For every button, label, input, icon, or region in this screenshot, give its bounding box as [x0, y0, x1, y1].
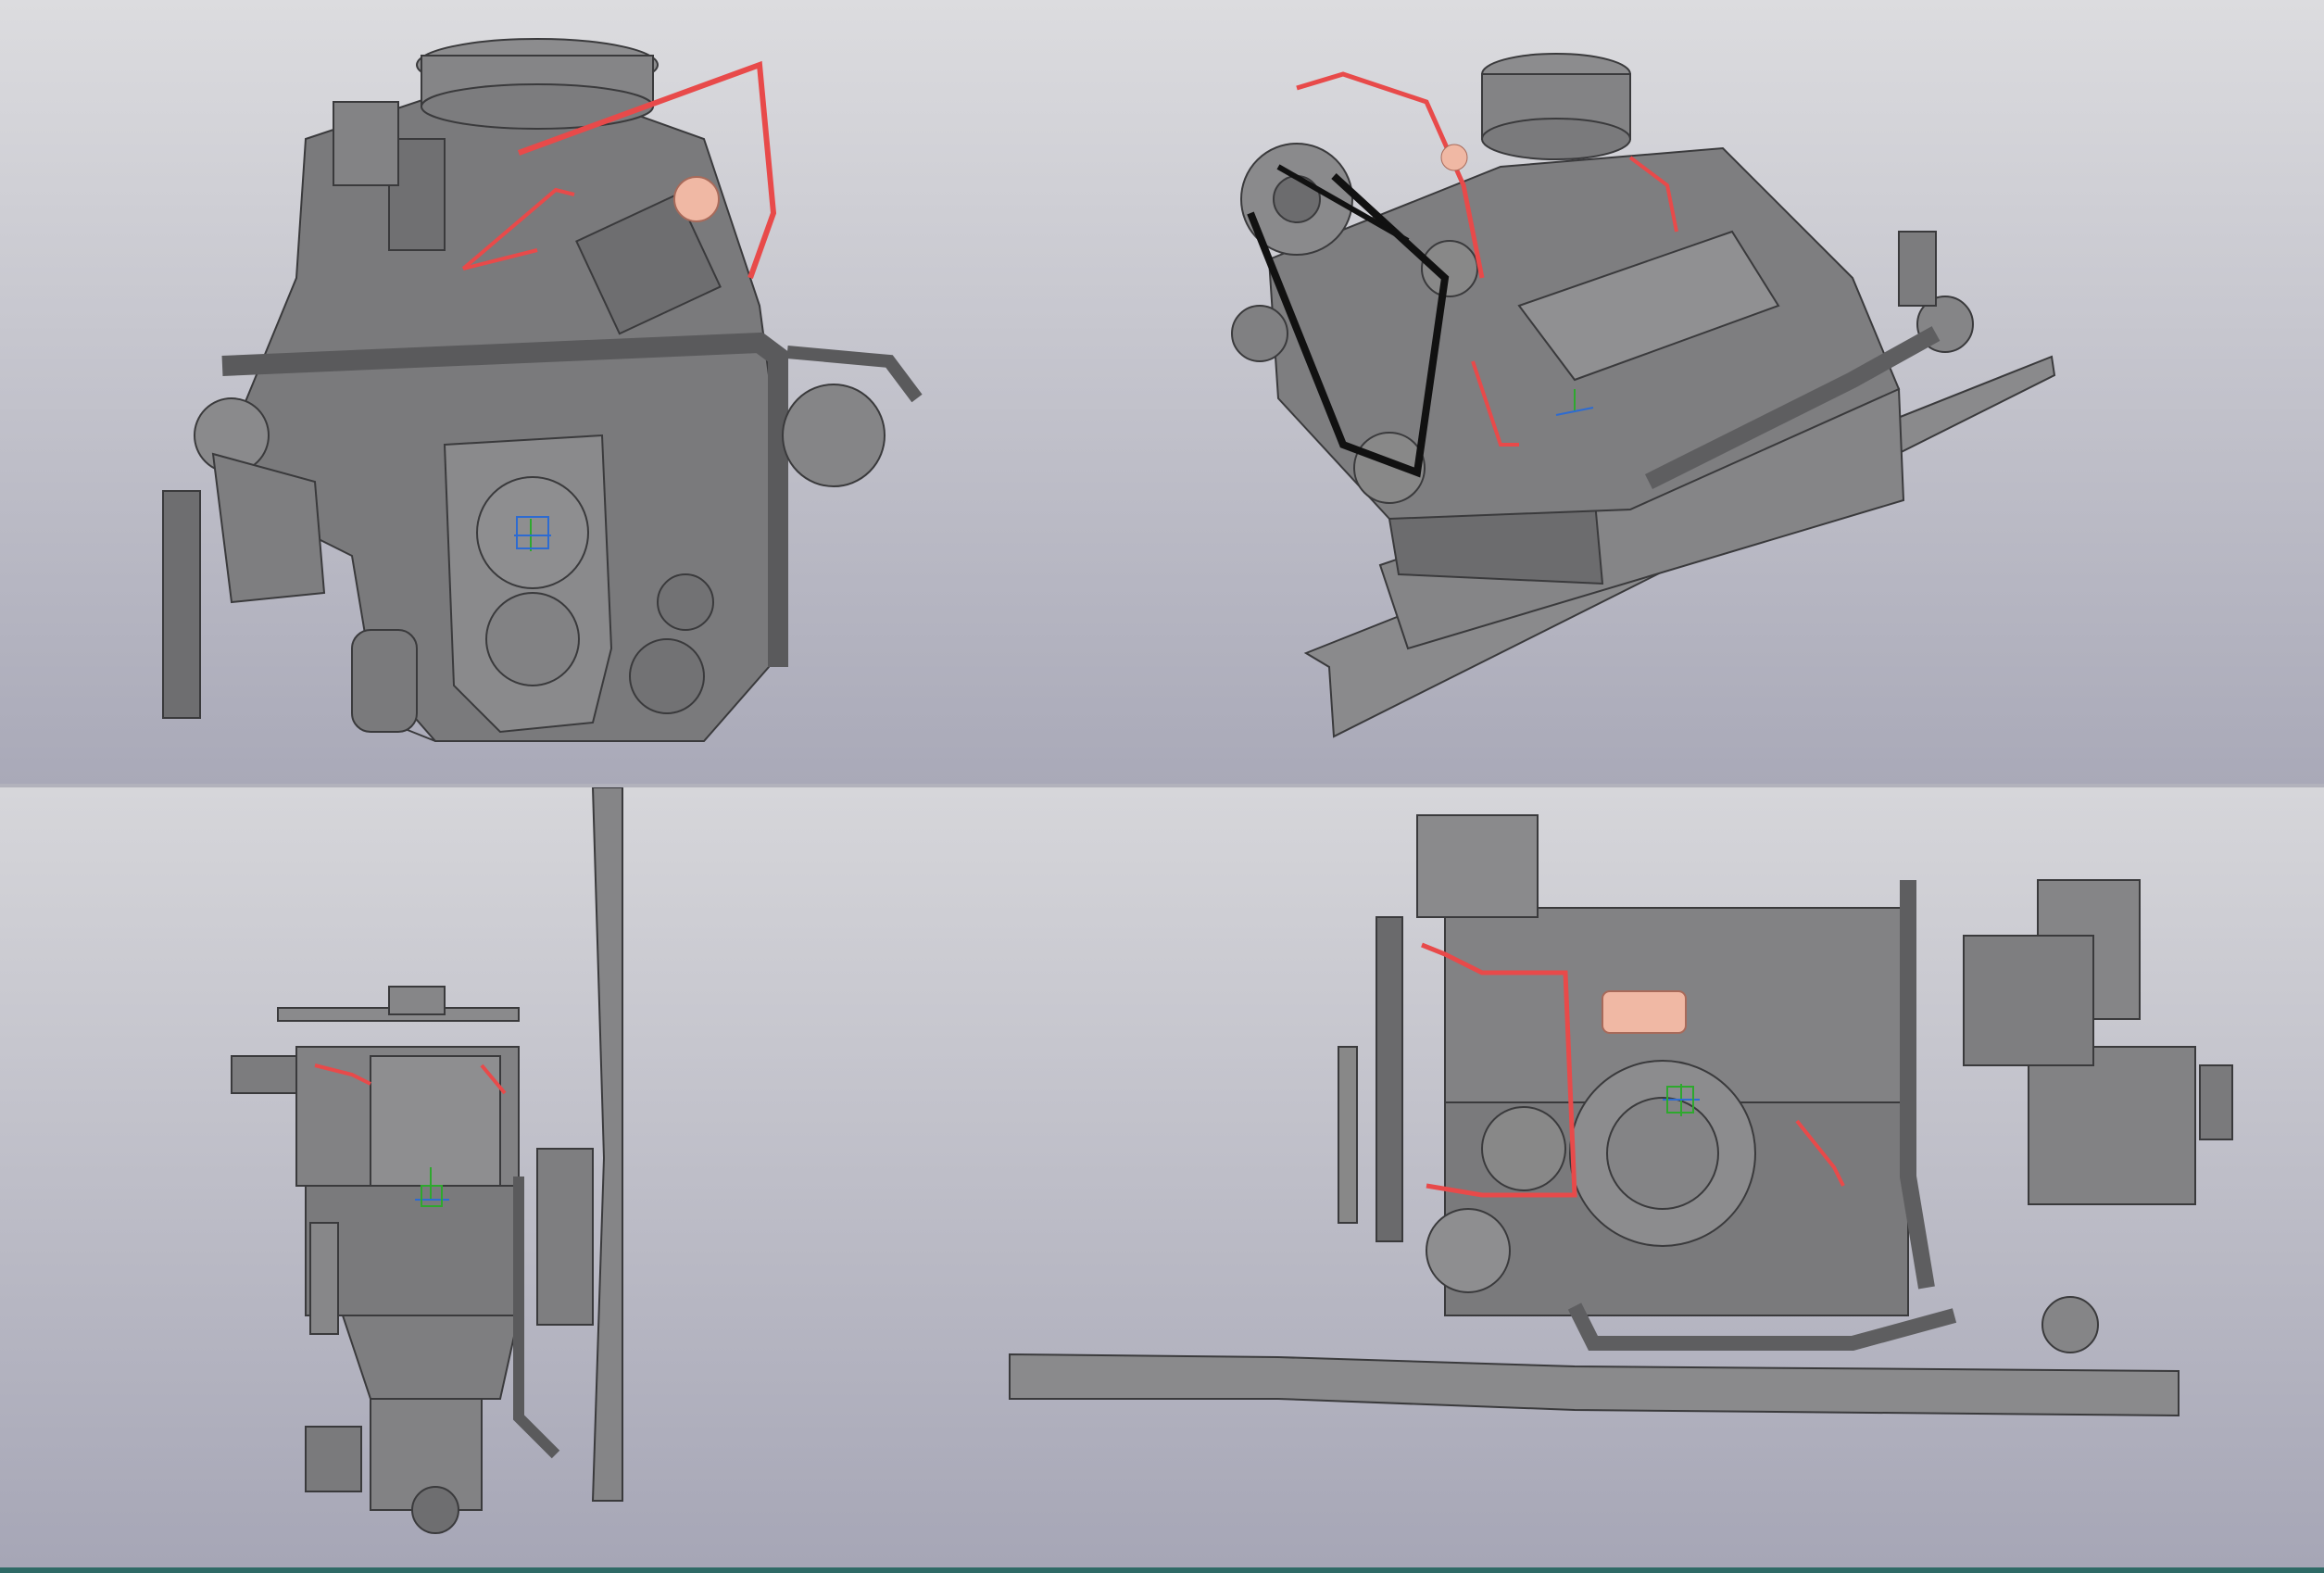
engine-side-view[interactable] — [0, 787, 741, 1567]
viewport-bottom[interactable] — [0, 787, 2324, 1567]
viewport-top[interactable] — [0, 0, 2324, 784]
engine-front-view[interactable] — [0, 0, 1019, 784]
status-bar — [0, 1567, 2324, 1573]
